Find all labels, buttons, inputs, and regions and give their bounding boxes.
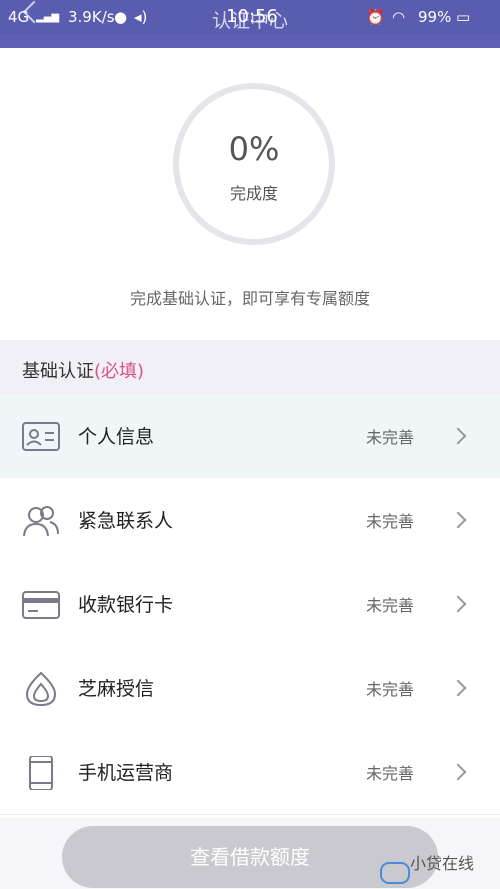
chevron-right-icon — [449, 595, 467, 613]
required-tag: (必填) — [94, 361, 145, 382]
chevron-right-icon — [449, 427, 467, 445]
item-status: 未完善 — [366, 428, 415, 447]
sesame-icon — [25, 672, 57, 706]
completion-label: 完成度 — [229, 184, 278, 203]
completion-percent: 0% — [228, 130, 280, 168]
contacts-icon — [23, 506, 59, 537]
list-item-mobile-carrier[interactable]: 手机运营商 未完善 — [0, 730, 500, 815]
item-label: 紧急联系人 — [78, 510, 174, 532]
id-card-icon — [22, 422, 60, 451]
section-header: 基础认证(必填) — [0, 340, 500, 394]
section-title-text: 基础认证 — [22, 361, 94, 382]
phone-icon — [29, 756, 53, 790]
list-item-emergency-contact[interactable]: 紧急联系人 未完善 — [0, 478, 500, 563]
chevron-right-icon — [449, 679, 467, 697]
item-label: 芝麻授信 — [78, 678, 155, 700]
bank-card-icon — [22, 591, 60, 619]
section-title: 基础认证(必填) — [22, 357, 144, 383]
list-item-sesame-credit[interactable]: 芝麻授信 未完善 — [0, 646, 500, 731]
list-item-personal-info[interactable]: 个人信息 未完善 — [0, 394, 500, 479]
status-bar: 4G ▂▄▆ 3.9K/s ● ◂) 10:56 ⏰ ◠ 99% ▭ 认证中心 — [0, 0, 500, 34]
chevron-right-icon — [449, 763, 467, 781]
item-label: 手机运营商 — [78, 762, 174, 784]
item-status: 未完善 — [366, 764, 415, 783]
item-status: 未完善 — [366, 680, 415, 699]
item-status: 未完善 — [366, 596, 415, 615]
item-label: 收款银行卡 — [78, 594, 174, 616]
watermark-logo-icon — [380, 862, 410, 884]
completion-tip: 完成基础认证，即可享有专属额度 — [129, 289, 370, 308]
item-status: 未完善 — [366, 512, 415, 531]
watermark-text: 小贷在线 — [410, 854, 475, 873]
header-bar — [0, 34, 500, 48]
chevron-right-icon — [449, 511, 467, 529]
page-title: 认证中心 — [211, 10, 288, 32]
item-label: 个人信息 — [78, 426, 155, 448]
list-item-bank-card[interactable]: 收款银行卡 未完善 — [0, 562, 500, 647]
